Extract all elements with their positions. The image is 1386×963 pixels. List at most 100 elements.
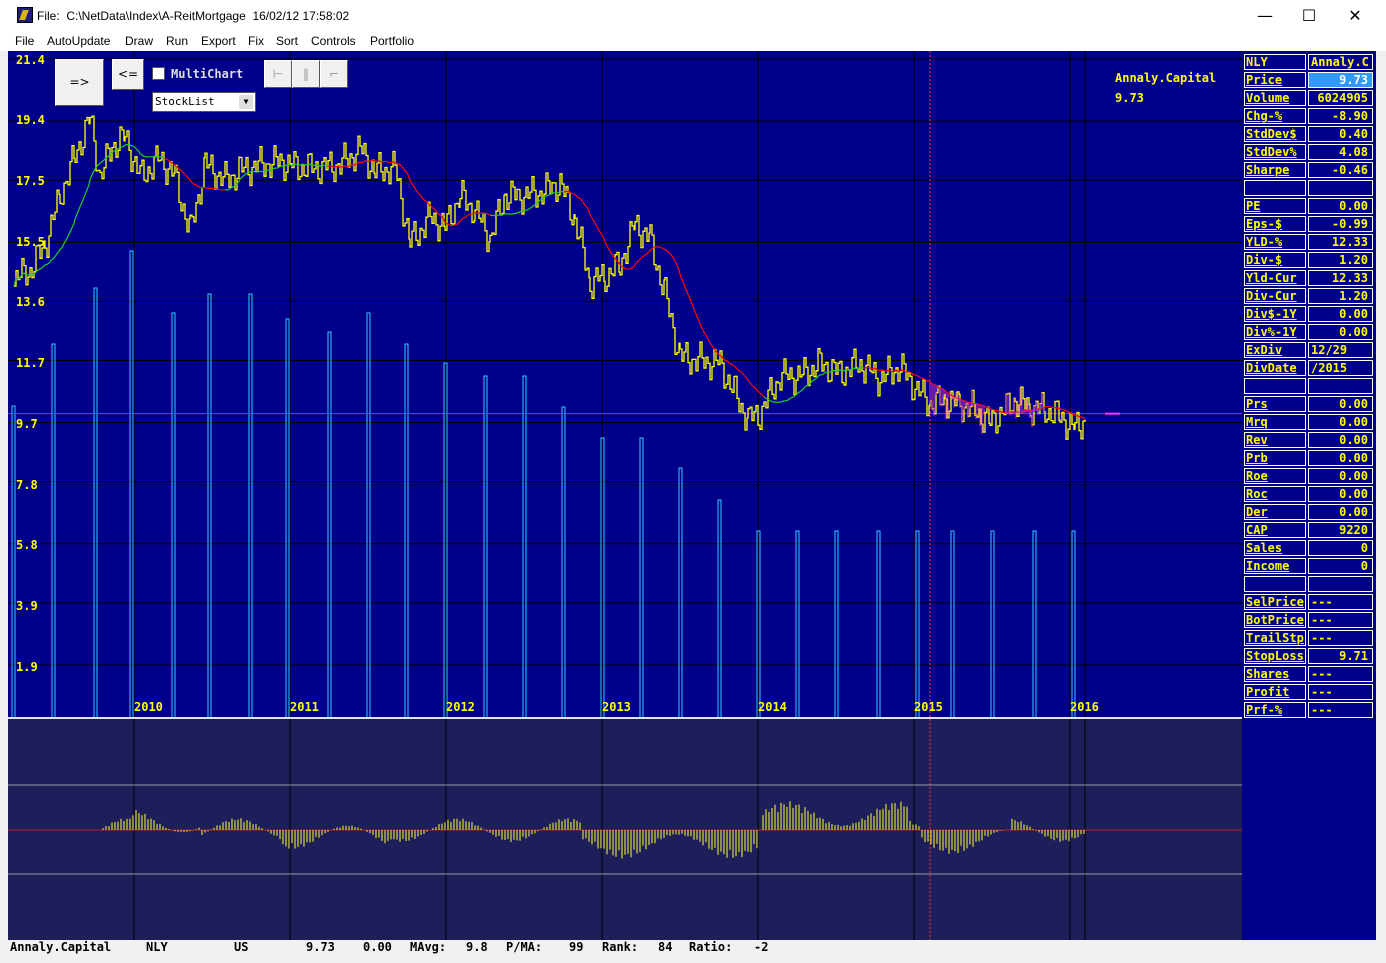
stat-value: --- xyxy=(1308,684,1373,700)
x-tick-label: 2011 xyxy=(290,700,319,714)
stat-row[interactable]: Div-Cur 1.20 xyxy=(1242,288,1376,305)
stat-label[interactable]: PE xyxy=(1244,198,1306,214)
stat-label[interactable]: ExDiv xyxy=(1244,342,1306,358)
stat-label[interactable]: Div%-1Y xyxy=(1244,324,1306,340)
stat-row[interactable]: Roe 0.00 xyxy=(1242,468,1376,485)
stat-row[interactable]: Chg-% -8.90 xyxy=(1242,108,1376,125)
stat-row[interactable]: TrailStp --- xyxy=(1242,630,1376,647)
stat-label[interactable]: Income xyxy=(1244,558,1306,574)
stat-label[interactable]: Chg-% xyxy=(1244,108,1306,124)
y-tick-label: 9.7 xyxy=(16,417,38,431)
stat-row[interactable]: Volume 6024905 xyxy=(1242,90,1376,107)
stat-label[interactable]: Div-$ xyxy=(1244,252,1306,268)
stat-row[interactable]: StdDev% 4.08 xyxy=(1242,144,1376,161)
status-rank-value: 84 xyxy=(658,940,673,954)
stat-row[interactable]: Der 0.00 xyxy=(1242,504,1376,521)
stat-row[interactable]: NLY Annaly.C xyxy=(1242,54,1376,71)
stat-row[interactable] xyxy=(1242,180,1376,197)
stat-row[interactable]: Div$-1Y 0.00 xyxy=(1242,306,1376,323)
flag-start-button[interactable]: ⊢ xyxy=(264,60,292,88)
stat-row[interactable]: PE 0.00 xyxy=(1242,198,1376,215)
stat-row[interactable] xyxy=(1242,576,1376,593)
volume-bar xyxy=(1071,530,1076,719)
stat-row[interactable]: DivDate/2015 xyxy=(1242,360,1376,377)
prev-button[interactable]: <= xyxy=(112,59,144,90)
status-mavg-value: 9.8 xyxy=(466,940,488,954)
stat-label[interactable]: StdDev$ xyxy=(1244,126,1306,142)
stat-row[interactable]: Eps-$ -0.99 xyxy=(1242,216,1376,233)
stat-label[interactable]: Div$-1Y xyxy=(1244,306,1306,322)
stat-label[interactable]: Der xyxy=(1244,504,1306,520)
stat-row[interactable]: Shares --- xyxy=(1242,666,1376,683)
stat-row[interactable]: Roc 0.00 xyxy=(1242,486,1376,503)
y-tick-label: 13.6 xyxy=(16,295,45,309)
stat-row[interactable]: Price 9.73 xyxy=(1242,72,1376,89)
stat-label[interactable]: NLY xyxy=(1244,54,1306,70)
stat-label[interactable]: Roc xyxy=(1244,486,1306,502)
stat-label[interactable]: Roe xyxy=(1244,468,1306,484)
multichart-checkbox[interactable] xyxy=(152,67,165,80)
stat-value: 0.00 xyxy=(1308,396,1373,412)
stat-row[interactable]: ExDiv 12/29 xyxy=(1242,342,1376,359)
stat-label[interactable]: TrailStp xyxy=(1244,630,1306,646)
stat-label[interactable]: Sharpe xyxy=(1244,162,1306,178)
stock-price: 9.73 xyxy=(1115,91,1144,105)
stat-label[interactable]: Eps-$ xyxy=(1244,216,1306,232)
stat-row[interactable]: StdDev$ 0.40 xyxy=(1242,126,1376,143)
stat-row[interactable]: YLD-% 12.33 xyxy=(1242,234,1376,251)
stat-value xyxy=(1308,180,1373,196)
stat-label[interactable] xyxy=(1244,180,1306,196)
stat-row[interactable]: Yld-Cur 12.33 xyxy=(1242,270,1376,287)
stat-label[interactable]: SelPrice xyxy=(1244,594,1306,610)
stat-value: --- xyxy=(1308,702,1373,718)
moving-average-green xyxy=(489,190,565,217)
stat-row[interactable]: Prf-% --- xyxy=(1242,702,1376,719)
stat-row[interactable]: Sales 0 xyxy=(1242,540,1376,557)
stat-value: 0.00 xyxy=(1308,414,1373,430)
stat-label[interactable]: Yld-Cur xyxy=(1244,270,1306,286)
pause-button[interactable]: ‖ xyxy=(292,60,320,88)
multichart-label[interactable]: MultiChart xyxy=(171,67,243,81)
stat-row[interactable]: Profit --- xyxy=(1242,684,1376,701)
stat-label[interactable]: Shares xyxy=(1244,666,1306,682)
stat-row[interactable]: Mrq 0.00 xyxy=(1242,414,1376,431)
moving-average-red xyxy=(163,157,226,191)
stat-row[interactable]: BotPrice --- xyxy=(1242,612,1376,629)
stat-row[interactable]: Div%-1Y 0.00 xyxy=(1242,324,1376,341)
stat-label[interactable]: Prf-% xyxy=(1244,702,1306,718)
stat-label[interactable]: CAP xyxy=(1244,522,1306,538)
stat-label[interactable]: Mrq xyxy=(1244,414,1306,430)
stat-row[interactable]: Sharpe -0.46 xyxy=(1242,162,1376,179)
volume-bar xyxy=(207,293,212,719)
stocklist-select[interactable]: StockList ▼ xyxy=(152,92,256,112)
status-price: 9.73 xyxy=(306,940,335,954)
stat-label[interactable]: BotPrice xyxy=(1244,612,1306,628)
stat-label[interactable] xyxy=(1244,576,1306,592)
next-button[interactable]: => xyxy=(55,59,104,106)
stat-row[interactable]: Income 0 xyxy=(1242,558,1376,575)
stat-label[interactable]: YLD-% xyxy=(1244,234,1306,250)
stat-label[interactable]: Profit xyxy=(1244,684,1306,700)
stat-row[interactable]: Div-$ 1.20 xyxy=(1242,252,1376,269)
stat-row[interactable]: SelPrice --- xyxy=(1242,594,1376,611)
stat-label[interactable] xyxy=(1244,378,1306,394)
stat-label[interactable]: DivDate xyxy=(1244,360,1306,376)
stat-row[interactable] xyxy=(1242,378,1376,395)
stat-row[interactable]: StopLoss 9.71 xyxy=(1242,648,1376,665)
stat-label[interactable]: Prb xyxy=(1244,450,1306,466)
stat-label[interactable]: Volume xyxy=(1244,90,1306,106)
stat-label[interactable]: Rev xyxy=(1244,432,1306,448)
stat-row[interactable]: CAP 9220 xyxy=(1242,522,1376,539)
stat-label[interactable]: Price xyxy=(1244,72,1306,88)
stat-label[interactable]: Prs xyxy=(1244,396,1306,412)
stat-label[interactable]: Sales xyxy=(1244,540,1306,556)
stat-label[interactable]: Div-Cur xyxy=(1244,288,1306,304)
stat-row[interactable]: Prb 0.00 xyxy=(1242,450,1376,467)
stat-label[interactable]: StopLoss xyxy=(1244,648,1306,664)
stat-row[interactable]: Prs 0.00 xyxy=(1242,396,1376,413)
stat-label[interactable]: StdDev% xyxy=(1244,144,1306,160)
stat-row[interactable]: Rev 0.00 xyxy=(1242,432,1376,449)
flag-end-button[interactable]: ⌐ xyxy=(320,60,348,88)
flag-start-icon: ⊢ xyxy=(272,67,284,81)
chevron-down-icon[interactable]: ▼ xyxy=(239,95,253,109)
